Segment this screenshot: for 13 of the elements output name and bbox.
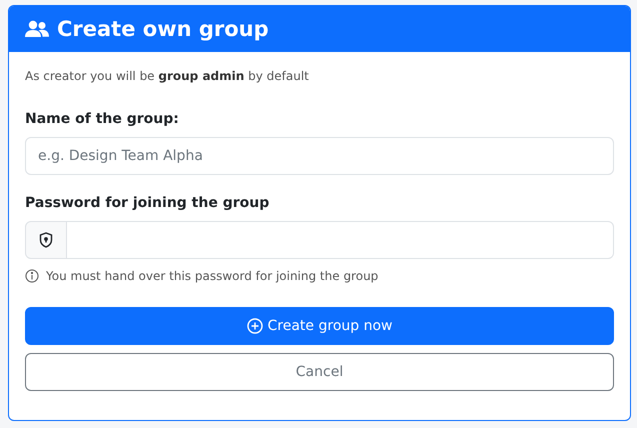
plus-circle-icon xyxy=(246,318,263,334)
info-icon xyxy=(25,269,39,283)
intro-text: As creator you will be group admin by default xyxy=(25,69,310,83)
dialog-title: Create own group xyxy=(57,17,269,41)
field-label: Password for joining the group xyxy=(25,195,270,211)
cancel-button[interactable]: Cancel xyxy=(25,353,614,391)
password-field[interactable] xyxy=(67,221,614,259)
create-button[interactable]: Create group now xyxy=(25,307,614,345)
shield-lock-icon xyxy=(39,232,53,248)
group-name-field[interactable]: e.g. Design Team Alpha xyxy=(25,137,614,175)
field-label: Name of the group: xyxy=(25,111,180,127)
users-icon xyxy=(25,20,49,38)
hint-text: You must hand over this password for joining the group xyxy=(46,269,378,283)
